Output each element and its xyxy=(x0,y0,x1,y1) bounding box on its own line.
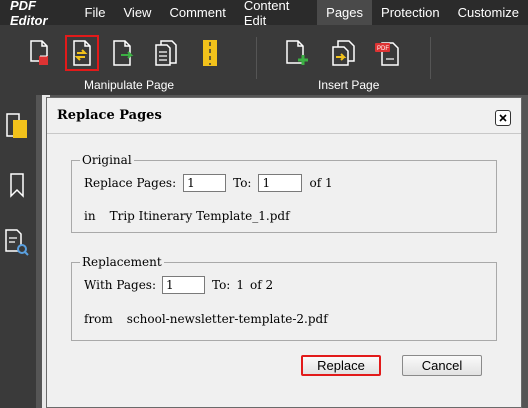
replacement-total-pages: of 2 xyxy=(249,278,274,292)
insert-page-label: Insert Page xyxy=(318,78,380,92)
replacement-filename: school-newsletter-template-2.pdf xyxy=(126,312,328,326)
dialog-title: Replace Pages xyxy=(57,108,162,123)
search-page-icon[interactable] xyxy=(4,228,30,258)
page-thumbnails-icon[interactable] xyxy=(4,111,30,141)
menu-comment[interactable]: Comment xyxy=(160,0,234,25)
menu-view[interactable]: View xyxy=(115,0,161,25)
left-panel xyxy=(0,95,36,408)
replacement-to-label: To: xyxy=(212,278,231,292)
close-icon[interactable] xyxy=(495,110,511,126)
split-document-icon[interactable] xyxy=(152,38,180,68)
menu-bar: PDF Editor File View Comment Content Edi… xyxy=(0,0,528,28)
replace-page-icon[interactable] xyxy=(65,35,99,71)
original-to-input[interactable] xyxy=(258,174,303,192)
original-from-input[interactable] xyxy=(183,174,227,192)
toolbar: PDF Manipulate Page Insert Page xyxy=(0,25,528,95)
bookmark-icon[interactable] xyxy=(4,170,30,200)
delete-page-icon[interactable] xyxy=(26,38,54,68)
cancel-button[interactable]: Cancel xyxy=(402,355,482,376)
svg-text:PDF: PDF xyxy=(377,46,389,52)
extract-page-icon[interactable] xyxy=(110,38,138,68)
replacement-group: Replacement xyxy=(71,255,497,341)
app-title: PDF Editor xyxy=(10,0,48,28)
replace-pages-label: Replace Pages: xyxy=(84,176,177,190)
menu-pages[interactable]: Pages xyxy=(317,0,373,25)
from-label: from xyxy=(84,312,113,326)
crop-page-icon[interactable] xyxy=(196,38,224,68)
replace-button[interactable]: Replace xyxy=(301,355,381,376)
in-label: in xyxy=(84,209,96,223)
insert-pdf-page-icon[interactable]: PDF xyxy=(374,38,402,68)
insert-from-file-icon[interactable] xyxy=(330,38,358,68)
replacement-to-value: 1 xyxy=(236,278,244,292)
menu-content-edit[interactable]: Content Edit xyxy=(235,0,317,28)
original-file-row: in Trip Itinerary Template_1.pdf xyxy=(84,209,290,223)
replacement-legend: Replacement xyxy=(82,255,162,269)
toolbar-separator xyxy=(256,37,257,79)
toolbar-separator xyxy=(430,37,431,79)
original-legend: Original xyxy=(82,153,132,167)
manipulate-page-label: Manipulate Page xyxy=(84,78,175,92)
menu-protection[interactable]: Protection xyxy=(372,0,449,25)
original-to-label: To: xyxy=(233,176,252,190)
replacement-range-row: With Pages: To: 1 of 2 xyxy=(84,276,273,294)
dialog-title-divider xyxy=(47,133,521,134)
original-range-row: Replace Pages: To: of 1 xyxy=(84,174,333,192)
original-total-pages: of 1 xyxy=(309,176,333,190)
replacement-file-row: from school-newsletter-template-2.pdf xyxy=(84,312,328,326)
menu-customize[interactable]: Customize xyxy=(449,0,528,25)
replacement-from-input[interactable] xyxy=(162,276,205,294)
insert-blank-page-icon[interactable] xyxy=(283,38,311,68)
original-filename: Trip Itinerary Template_1.pdf xyxy=(109,209,290,223)
replace-pages-dialog: Replace Pages Original Replace Pages: To… xyxy=(46,97,522,408)
with-pages-label: With Pages: xyxy=(84,278,156,292)
menu-file[interactable]: File xyxy=(76,0,115,25)
